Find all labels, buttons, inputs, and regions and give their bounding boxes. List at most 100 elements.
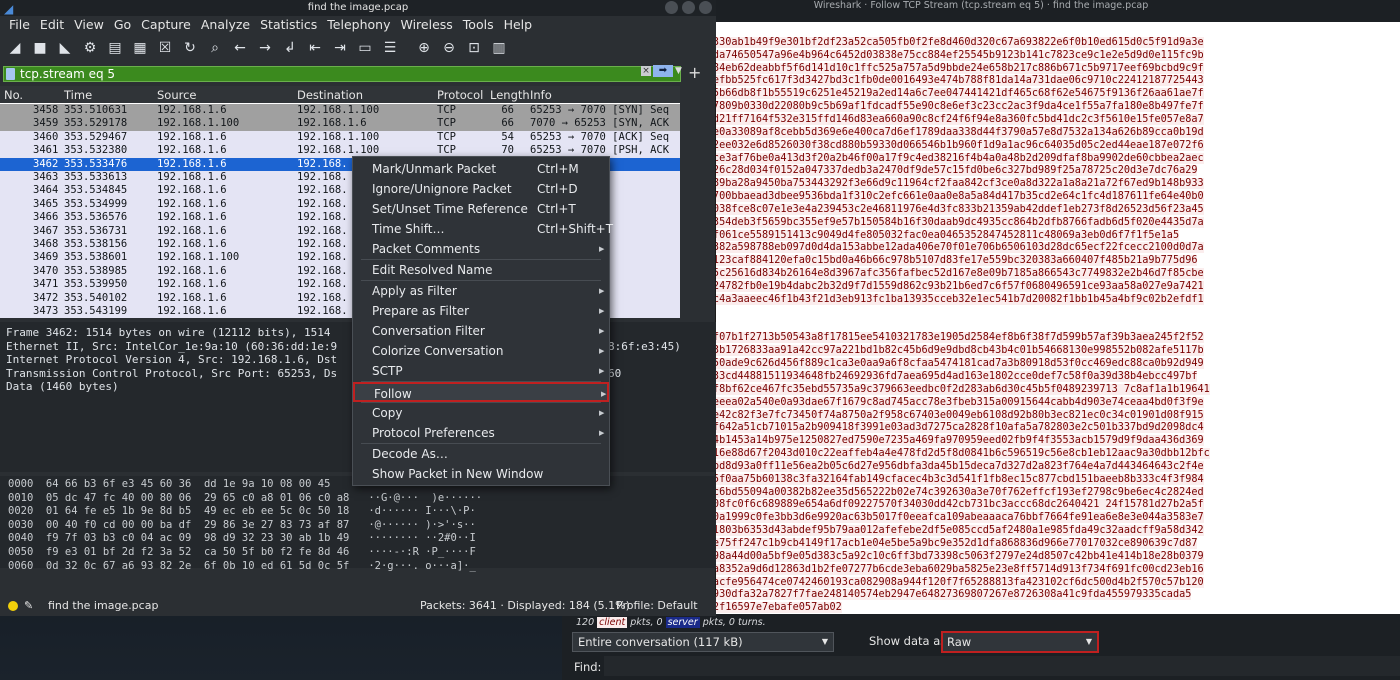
packet-no: 3464 [33,184,59,197]
arrow-left-icon[interactable]: ← [229,37,251,59]
table-row[interactable]: 3458 353.510631 192.168.1.6 192.168.1.100 TC… [0,104,680,118]
packet-dst: 192.168. [297,211,348,224]
detail-tree-item[interactable]: Transmission Control Protocol, Src Port:… [6,367,337,380]
packet-list-header: No. Time Source Destination Protocol Length In… [0,86,680,103]
menu-item-copy[interactable]: Copy ▶ [353,403,609,423]
stop-capture-icon[interactable]: ■ [29,37,51,59]
colorize-icon[interactable]: ☰ [379,37,401,59]
menu-item-packet-comments[interactable]: Packet Comments ▶ [353,239,609,259]
menu-analyze[interactable]: Analyze [196,16,255,34]
first-packet-icon[interactable]: ⇤ [304,37,326,59]
column-header-protocol[interactable]: Protocol [437,88,483,102]
packet-dst: 192.168. [297,305,348,317]
packet-time: 353.529467 [64,130,128,143]
menu-item-protocol-preferences[interactable]: Protocol Preferences ▶ [353,423,609,443]
menu-item-sctp[interactable]: SCTP ▶ [353,361,609,381]
column-header-source[interactable]: Source [157,88,197,102]
packet-time: 353.536576 [64,211,128,224]
packet-no: 3467 [33,224,59,237]
menu-file[interactable]: File [4,16,35,34]
go-to-packet-icon[interactable]: ↲ [279,37,301,59]
menu-item-prepare-as-filter[interactable]: Prepare as Filter ▶ [353,301,609,321]
packet-no: 3472 [33,291,59,304]
menu-item-show-packet-in-new-window[interactable]: Show Packet in New Window [353,464,609,484]
menu-capture[interactable]: Capture [136,16,196,34]
menu-item-label: Packet Comments [372,242,481,256]
wireshark-fin-icon: ◢ [4,2,14,16]
menu-item-mark-unmark-packet[interactable]: Mark/Unmark Packet Ctrl+M [353,159,609,179]
detail-tree-item[interactable]: Internet Protocol Version 4, Src: 192.16… [6,353,337,366]
menu-edit[interactable]: Edit [35,16,69,34]
menu-item-edit-resolved-name[interactable]: Edit Resolved Name [353,260,609,280]
status-profile[interactable]: Profile: Default [616,596,698,616]
display-filter-input[interactable]: tcp.stream eq 5 [3,66,681,82]
expert-info-dot-icon[interactable] [8,601,18,611]
menu-telephony[interactable]: Telephony [322,16,395,34]
zoom-out-icon[interactable]: ⊖ [438,37,460,59]
menu-item-ignore-unignore-packet[interactable]: Ignore/Unignore Packet Ctrl+D [353,179,609,199]
menu-item-set-unset-time-reference[interactable]: Set/Unset Time Reference Ctrl+T [353,199,609,219]
menu-item-colorize-conversation[interactable]: Colorize Conversation ▶ [353,341,609,361]
menu-statistics[interactable]: Statistics [255,16,322,34]
conversation-select[interactable]: Entire conversation (117 kB) ▼ [572,632,834,652]
packet-dst: 192.168. [297,238,348,250]
menu-go[interactable]: Go [109,16,136,34]
packet-no: 3458 [33,104,59,116]
clear-filter-icon[interactable]: × [641,66,651,76]
column-header-no[interactable]: No. [4,88,23,102]
packet-time: 353.532380 [64,144,128,157]
packet-dst: 192.168.1.100 [297,130,380,143]
autoscroll-icon[interactable]: ▭ [354,37,376,59]
menu-view[interactable]: View [69,16,109,34]
table-row[interactable]: 3459 353.529178 192.168.1.100 192.168.1.6 TC… [0,117,680,131]
search-icon[interactable]: ⌕ [204,37,226,59]
menu-help[interactable]: Help [499,16,538,34]
zoom-in-icon[interactable]: ⊕ [413,37,435,59]
maximize-button[interactable] [682,1,695,14]
filter-history-chevron-icon[interactable]: ▼ [675,66,682,76]
menu-item-conversation-filter[interactable]: Conversation Filter ▶ [353,321,609,341]
packet-len: 66 [501,117,514,130]
close-button[interactable] [699,1,712,14]
packet-bytes-pane[interactable]: 0000 64 66 b3 6f e3 45 60 36 dd 1e 9a 10… [0,476,716,572]
packet-dst: 192.168. [297,264,348,277]
menu-tools[interactable]: Tools [458,16,499,34]
column-header-info[interactable]: Info [530,88,552,102]
last-packet-icon[interactable]: ⇥ [329,37,351,59]
capture-options-gear-icon[interactable]: ⚙ [79,37,101,59]
add-filter-button-icon[interactable]: + [688,63,701,82]
menu-item-decode-as[interactable]: Decode As… [353,444,609,464]
column-header-time[interactable]: Time [64,88,92,102]
open-file-icon[interactable]: ▤ [104,37,126,59]
chevron-right-icon: ▶ [599,409,605,417]
find-input[interactable] [604,656,1400,676]
packet-list-scrollbar[interactable] [680,86,688,318]
menu-item-label: Prepare as Filter [372,304,470,318]
detail-tree-item[interactable]: Ethernet II, Src: IntelCor_1e:9a:10 (60:… [6,340,337,353]
apply-filter-arrow-icon[interactable]: ➡ [653,65,673,77]
column-header-destination[interactable]: Destination [297,88,363,102]
menu-item-time-shift[interactable]: Time Shift… Ctrl+Shift+T [353,219,613,239]
arrow-right-icon[interactable]: → [254,37,276,59]
show-data-as-select[interactable]: Raw ▼ [941,631,1099,653]
detail-tree-item[interactable]: Data (1460 bytes) [6,380,119,393]
detail-tree-item[interactable]: Frame 3462: 1514 bytes on wire (12112 bi… [6,326,331,339]
capture-comment-icon[interactable]: ✎ [24,596,33,616]
menu-item-follow[interactable]: Follow ▶ [353,382,609,402]
close-file-icon[interactable]: ☒ [154,37,176,59]
restart-capture-icon[interactable]: ◣ [54,37,76,59]
shark-fin-start-icon[interactable]: ◢ [4,37,26,59]
normal-size-icon[interactable]: ⊡ [463,37,485,59]
packet-src: 192.168.1.6 [157,171,227,183]
minimize-button[interactable] [665,1,678,14]
reload-icon[interactable]: ↻ [179,37,201,59]
hex-dump-line: 0000 64 66 b3 6f e3 45 60 36 dd 1e 9a 10… [8,478,331,490]
column-header-length[interactable]: Length [490,88,530,102]
menu-wireless[interactable]: Wireless [395,16,457,34]
menu-item-apply-as-filter[interactable]: Apply as Filter ▶ [353,281,609,301]
bookmark-icon[interactable] [6,68,15,80]
save-file-icon[interactable]: ▦ [129,37,151,59]
packet-info: 65253 → 7070 [PSH, ACK [530,144,670,157]
resize-columns-icon[interactable]: ▥ [488,37,510,59]
table-row[interactable]: 3460 353.529467 192.168.1.6 192.168.1.100 TC… [0,130,680,145]
